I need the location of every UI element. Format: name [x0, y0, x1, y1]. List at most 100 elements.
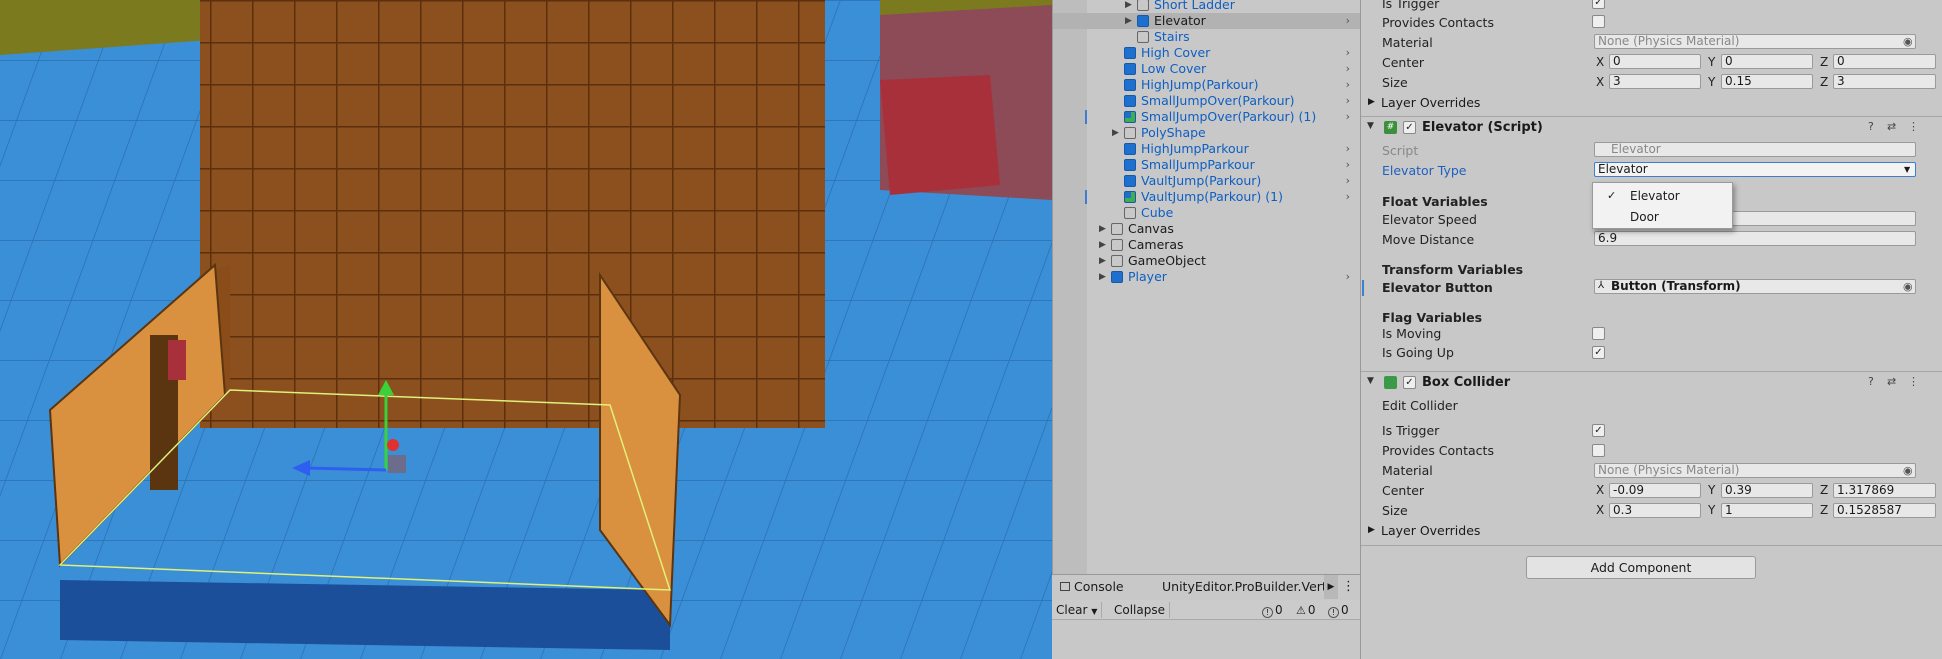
- top-size-x-field[interactable]: 3: [1609, 74, 1701, 89]
- top-provides-contacts-checkbox[interactable]: [1592, 15, 1605, 28]
- provides-contacts-checkbox[interactable]: [1592, 444, 1605, 457]
- hierarchy-item[interactable]: ▶ Short Ladder: [1053, 0, 1360, 13]
- kebab-menu-icon[interactable]: ⋮: [1342, 575, 1355, 599]
- hierarchy-item[interactable]: ▶ Player ›: [1053, 269, 1360, 285]
- is-trigger-checkbox[interactable]: ✓: [1592, 424, 1605, 437]
- material-field[interactable]: None (Physics Material): [1594, 463, 1916, 478]
- script-row: Script Elevator: [1361, 141, 1942, 161]
- help-icon[interactable]: ?: [1868, 375, 1874, 388]
- top-is-trigger-checkbox[interactable]: ✓: [1592, 0, 1605, 9]
- open-prefab-chevron-icon[interactable]: ›: [1346, 157, 1350, 173]
- top-layer-overrides-row[interactable]: ▶ Layer Overrides: [1361, 93, 1942, 113]
- top-material-field[interactable]: None (Physics Material): [1594, 34, 1916, 49]
- context-menu-icon[interactable]: ⋮: [1908, 120, 1919, 133]
- object-picker-icon[interactable]: ◉: [1903, 464, 1913, 477]
- is-moving-checkbox[interactable]: [1592, 327, 1605, 340]
- foldout-arrow-icon[interactable]: ▶: [1368, 525, 1375, 535]
- chevron-down-icon[interactable]: ▼: [1091, 607, 1097, 616]
- hierarchy-item[interactable]: SmallJumpParkour ›: [1053, 157, 1360, 173]
- error-count[interactable]: ! 0: [1262, 602, 1283, 618]
- layer-overrides-row[interactable]: ▶ Layer Overrides: [1361, 521, 1942, 541]
- dropdown-option-elevator[interactable]: ✓ Elevator: [1593, 186, 1732, 206]
- expand-arrow-icon[interactable]: ▶: [1112, 125, 1119, 141]
- top-layer-overrides-label: Layer Overrides: [1381, 95, 1481, 110]
- hierarchy-item-label: Cameras: [1128, 237, 1184, 252]
- foldout-down-icon[interactable]: ▼: [1367, 376, 1374, 386]
- open-prefab-chevron-icon[interactable]: ›: [1346, 77, 1350, 93]
- object-picker-icon[interactable]: ◉: [1903, 35, 1913, 48]
- center-z-field[interactable]: 1.317869: [1833, 483, 1936, 498]
- expand-arrow-icon[interactable]: ▶: [1099, 237, 1106, 253]
- open-prefab-chevron-icon[interactable]: ›: [1346, 189, 1350, 205]
- hierarchy-item[interactable]: Stairs: [1053, 29, 1360, 45]
- context-menu-icon[interactable]: ⋮: [1908, 375, 1919, 388]
- expand-arrow-icon[interactable]: ▶: [1099, 269, 1106, 285]
- preset-icon[interactable]: ⇄: [1887, 375, 1896, 388]
- hierarchy-item[interactable]: Low Cover ›: [1053, 61, 1360, 77]
- hierarchy-item[interactable]: ▶ Elevator ›: [1053, 13, 1360, 29]
- cube-outline-icon: [1124, 127, 1136, 139]
- help-icon[interactable]: ?: [1868, 120, 1874, 133]
- hierarchy-item[interactable]: ▶ Canvas: [1053, 221, 1360, 237]
- elevator-type-dropdown[interactable]: Elevator: [1594, 162, 1916, 177]
- hierarchy-item[interactable]: SmallJumpOver(Parkour) ›: [1053, 93, 1360, 109]
- elevator-enabled-checkbox[interactable]: ✓: [1403, 121, 1416, 134]
- open-prefab-chevron-icon[interactable]: ›: [1346, 173, 1350, 189]
- hierarchy-item[interactable]: Cube: [1053, 205, 1360, 221]
- size-x-field[interactable]: 0.3: [1609, 503, 1701, 518]
- hierarchy-item[interactable]: ▶ PolyShape: [1053, 125, 1360, 141]
- hierarchy-item[interactable]: HighJump(Parkour) ›: [1053, 77, 1360, 93]
- hierarchy-item[interactable]: SmallJumpOver(Parkour) (1) ›: [1053, 109, 1360, 125]
- foldout-arrow-icon[interactable]: ▶: [1368, 97, 1375, 107]
- center-y-field[interactable]: 0.39: [1721, 483, 1813, 498]
- hierarchy-item[interactable]: VaultJump(Parkour) (1) ›: [1053, 189, 1360, 205]
- top-size-z-field[interactable]: 3: [1833, 74, 1936, 89]
- foldout-down-icon[interactable]: ▼: [1367, 121, 1374, 131]
- scene-view[interactable]: [0, 0, 1052, 659]
- is-going-up-row: Is Going Up ✓: [1361, 343, 1942, 363]
- open-prefab-chevron-icon[interactable]: ›: [1346, 109, 1350, 125]
- hierarchy-item[interactable]: VaultJump(Parkour) ›: [1053, 173, 1360, 189]
- hierarchy-item[interactable]: ▶ GameObject: [1053, 253, 1360, 269]
- expand-arrow-icon[interactable]: ▶: [1125, 13, 1132, 29]
- expand-arrow-icon[interactable]: ▶: [1125, 0, 1132, 13]
- size-y-field[interactable]: 1: [1721, 503, 1813, 518]
- chevron-down-icon[interactable]: ▼: [1904, 165, 1910, 174]
- dropdown-option-door[interactable]: Door: [1593, 207, 1732, 227]
- top-center-x-field[interactable]: 0: [1609, 54, 1701, 69]
- hierarchy-item[interactable]: ▶ Cameras: [1053, 237, 1360, 253]
- elevator-type-popup: ✓ Elevator Door: [1592, 182, 1733, 229]
- elevator-script-header[interactable]: ▼ # ✓ Elevator (Script) ? ⇄ ⋮: [1361, 116, 1942, 138]
- top-center-y-field[interactable]: 0: [1721, 54, 1813, 69]
- object-picker-icon[interactable]: ◉: [1903, 280, 1913, 293]
- open-prefab-chevron-icon[interactable]: ›: [1346, 13, 1350, 29]
- tab-scroll-right-icon[interactable]: ▶: [1324, 575, 1338, 599]
- expand-arrow-icon[interactable]: ▶: [1099, 221, 1106, 237]
- open-prefab-chevron-icon[interactable]: ›: [1346, 93, 1350, 109]
- hierarchy-item[interactable]: High Cover ›: [1053, 45, 1360, 61]
- box-collider-enabled-checkbox[interactable]: ✓: [1403, 376, 1416, 389]
- info-count[interactable]: ! 0: [1328, 602, 1349, 618]
- elevator-button-field[interactable]: Button (Transform): [1594, 279, 1916, 294]
- size-z-field[interactable]: 0.1528587: [1833, 503, 1936, 518]
- open-prefab-chevron-icon[interactable]: ›: [1346, 45, 1350, 61]
- preset-icon[interactable]: ⇄: [1887, 120, 1896, 133]
- transform-variables-header: Transform Variables: [1361, 260, 1942, 280]
- move-distance-field[interactable]: 6.9: [1594, 231, 1916, 246]
- clear-button[interactable]: Clear ▼: [1052, 602, 1103, 618]
- expand-arrow-icon[interactable]: ▶: [1099, 253, 1106, 269]
- tab-console[interactable]: Console: [1060, 575, 1124, 599]
- box-collider-header[interactable]: ▼ ✓ Box Collider ? ⇄ ⋮: [1361, 371, 1942, 393]
- is-going-up-checkbox[interactable]: ✓: [1592, 346, 1605, 359]
- open-prefab-chevron-icon[interactable]: ›: [1346, 269, 1350, 285]
- collapse-button[interactable]: Collapse: [1110, 602, 1170, 618]
- open-prefab-chevron-icon[interactable]: ›: [1346, 61, 1350, 77]
- layer-overrides-label: Layer Overrides: [1381, 523, 1481, 538]
- hierarchy-item[interactable]: HighJumpParkour ›: [1053, 141, 1360, 157]
- warning-count[interactable]: ⚠ 0: [1296, 602, 1316, 618]
- center-x-field[interactable]: -0.09: [1609, 483, 1701, 498]
- add-component-button[interactable]: Add Component: [1526, 556, 1756, 579]
- top-size-y-field[interactable]: 0.15: [1721, 74, 1813, 89]
- open-prefab-chevron-icon[interactable]: ›: [1346, 141, 1350, 157]
- top-center-z-field[interactable]: 0: [1833, 54, 1936, 69]
